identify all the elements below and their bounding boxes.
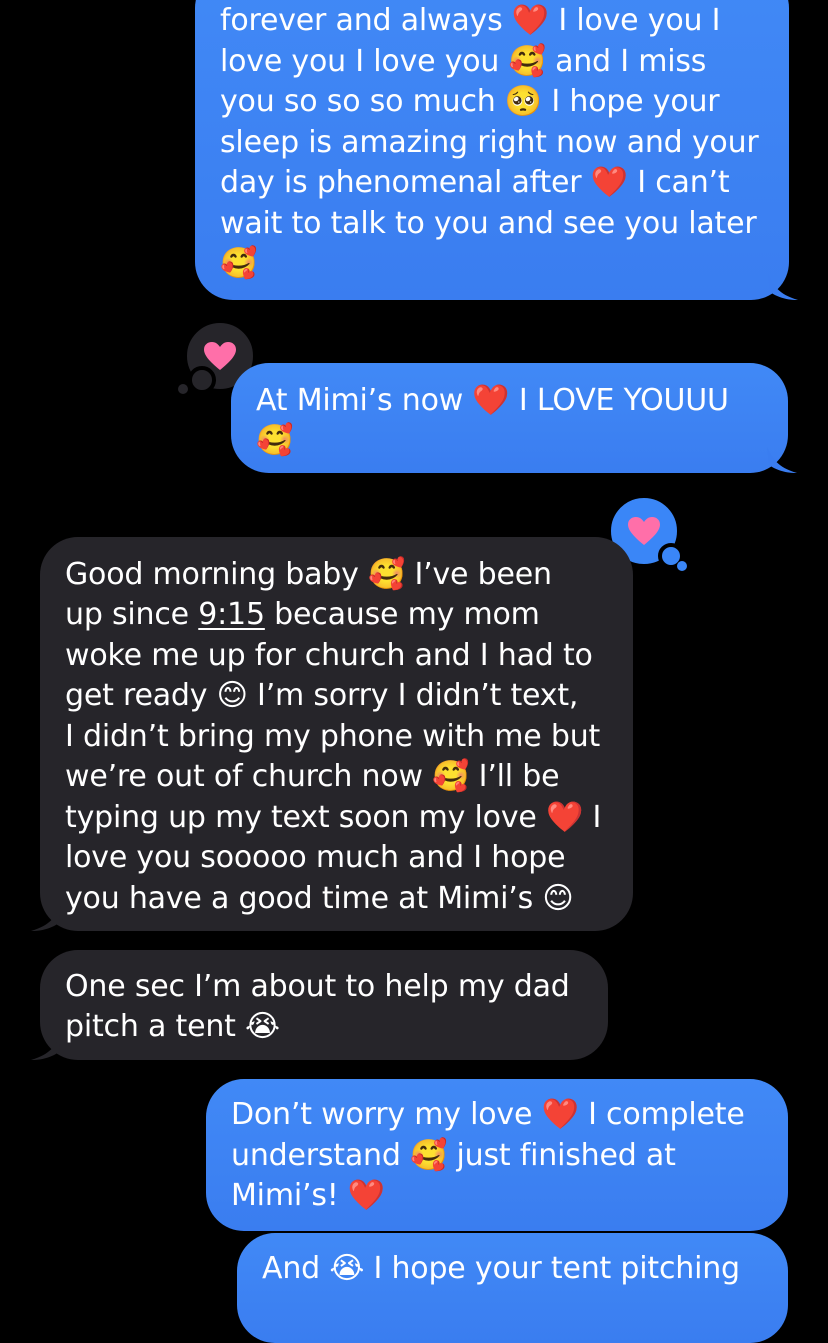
message-text: because my mom — [264, 597, 540, 632]
message-bubble-sent[interactable]: forever and always ❤️ I love you I love … — [195, 0, 798, 300]
bubble-tail — [768, 274, 798, 300]
message-line: you have a good time at Mimi’s 😊 — [65, 881, 574, 916]
message-line: up since 9:15 because my mom — [65, 595, 540, 636]
message-line: forever and always ❤️ I love you I — [220, 3, 721, 38]
message-bubble-sent[interactable]: Don’t worry my love ❤️ I complete unders… — [206, 1079, 788, 1231]
message-line: pitch a tent 😭 — [65, 1009, 280, 1044]
time-link[interactable]: 9:15 — [198, 597, 265, 632]
message-bubble-sent[interactable]: At Mimi’s now ❤️ I LOVE YOUUU 🥰 — [231, 363, 797, 473]
message-line: Good morning baby 🥰 I’ve been — [65, 557, 552, 592]
bubble-tail — [767, 447, 797, 473]
message-line: 🥰 — [256, 423, 294, 458]
message-line: Don’t worry my love ❤️ I complete — [231, 1097, 745, 1132]
tapback-tail-dot — [178, 384, 188, 394]
heart-icon — [628, 517, 660, 545]
message-line: love you sooooo much and I hope — [65, 840, 566, 875]
tapback-tail-dot — [188, 366, 216, 394]
message-line: you so so so much 🥺 I hope your — [220, 84, 720, 119]
message-bubble-received[interactable]: One sec I’m about to help my dad pitch a… — [31, 950, 608, 1060]
message-line: get ready 😊 I’m sorry I didn’t text, — [65, 678, 579, 713]
message-text: up since — [65, 597, 199, 632]
message-line: we’re out of church now 🥰 I’ll be — [65, 759, 560, 794]
tapback-tail-dot — [677, 561, 687, 571]
message-line: I didn’t bring my phone with me but — [65, 719, 601, 754]
message-line: woke me up for church and I had to — [65, 638, 593, 673]
message-line: And 😭 I hope your tent pitching — [262, 1251, 740, 1286]
message-line: day is phenomenal after ❤️ I can’t — [220, 165, 730, 200]
bubble-tail — [31, 905, 61, 931]
message-line: love you I love you 🥰 and I miss — [220, 44, 707, 79]
message-line: One sec I’m about to help my dad — [65, 969, 570, 1004]
message-line: At Mimi’s now ❤️ I LOVE YOUUU — [256, 383, 729, 418]
message-line: typing up my text soon my love ❤️ I — [65, 800, 602, 835]
message-bubble-received[interactable]: Good morning baby 🥰 I’ve been up since 9… — [31, 537, 633, 931]
message-line: sleep is amazing right now and your — [220, 125, 759, 160]
message-line: understand 🥰 just finished at — [231, 1138, 676, 1173]
message-line: 🥰 — [220, 246, 258, 281]
bubble-tail — [31, 1034, 61, 1060]
message-line: Mimi’s! ❤️ — [231, 1178, 386, 1213]
message-bubble-sent[interactable]: And 😭 I hope your tent pitching — [237, 1233, 788, 1343]
message-line: wait to talk to you and see you later — [220, 206, 757, 241]
